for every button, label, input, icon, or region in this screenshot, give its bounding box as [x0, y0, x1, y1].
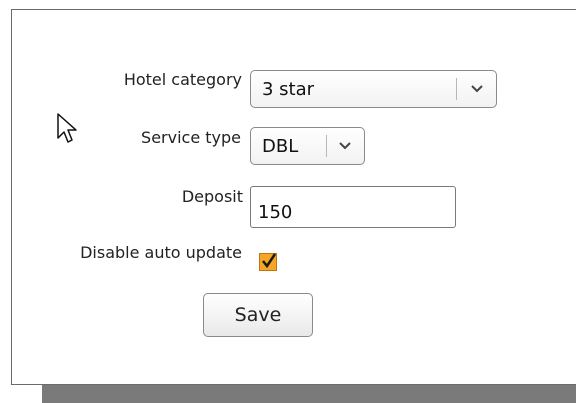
hotel-category-value: 3 star: [262, 79, 315, 100]
chevron-down-icon: [339, 142, 351, 150]
screen: Hotel category 3 star Service type DBL D…: [0, 0, 576, 403]
select-divider: [326, 135, 327, 157]
checkmark-icon: [262, 253, 277, 269]
panel-shadow: [42, 385, 576, 403]
service-type-select[interactable]: DBL: [250, 127, 365, 165]
service-type-value: DBL: [262, 136, 299, 157]
disable-auto-update-checkbox[interactable]: [259, 253, 277, 271]
hotel-category-label: Hotel category: [123, 70, 242, 89]
select-divider: [456, 78, 457, 100]
save-button[interactable]: Save: [203, 293, 313, 337]
hotel-category-select[interactable]: 3 star: [250, 70, 497, 108]
deposit-label: Deposit: [181, 187, 243, 206]
service-type-label: Service type: [141, 128, 241, 147]
chevron-down-icon: [471, 85, 483, 93]
mouse-pointer-icon: [57, 113, 77, 143]
disable-auto-update-label: Disable auto update: [80, 243, 242, 262]
deposit-input[interactable]: [250, 186, 456, 228]
